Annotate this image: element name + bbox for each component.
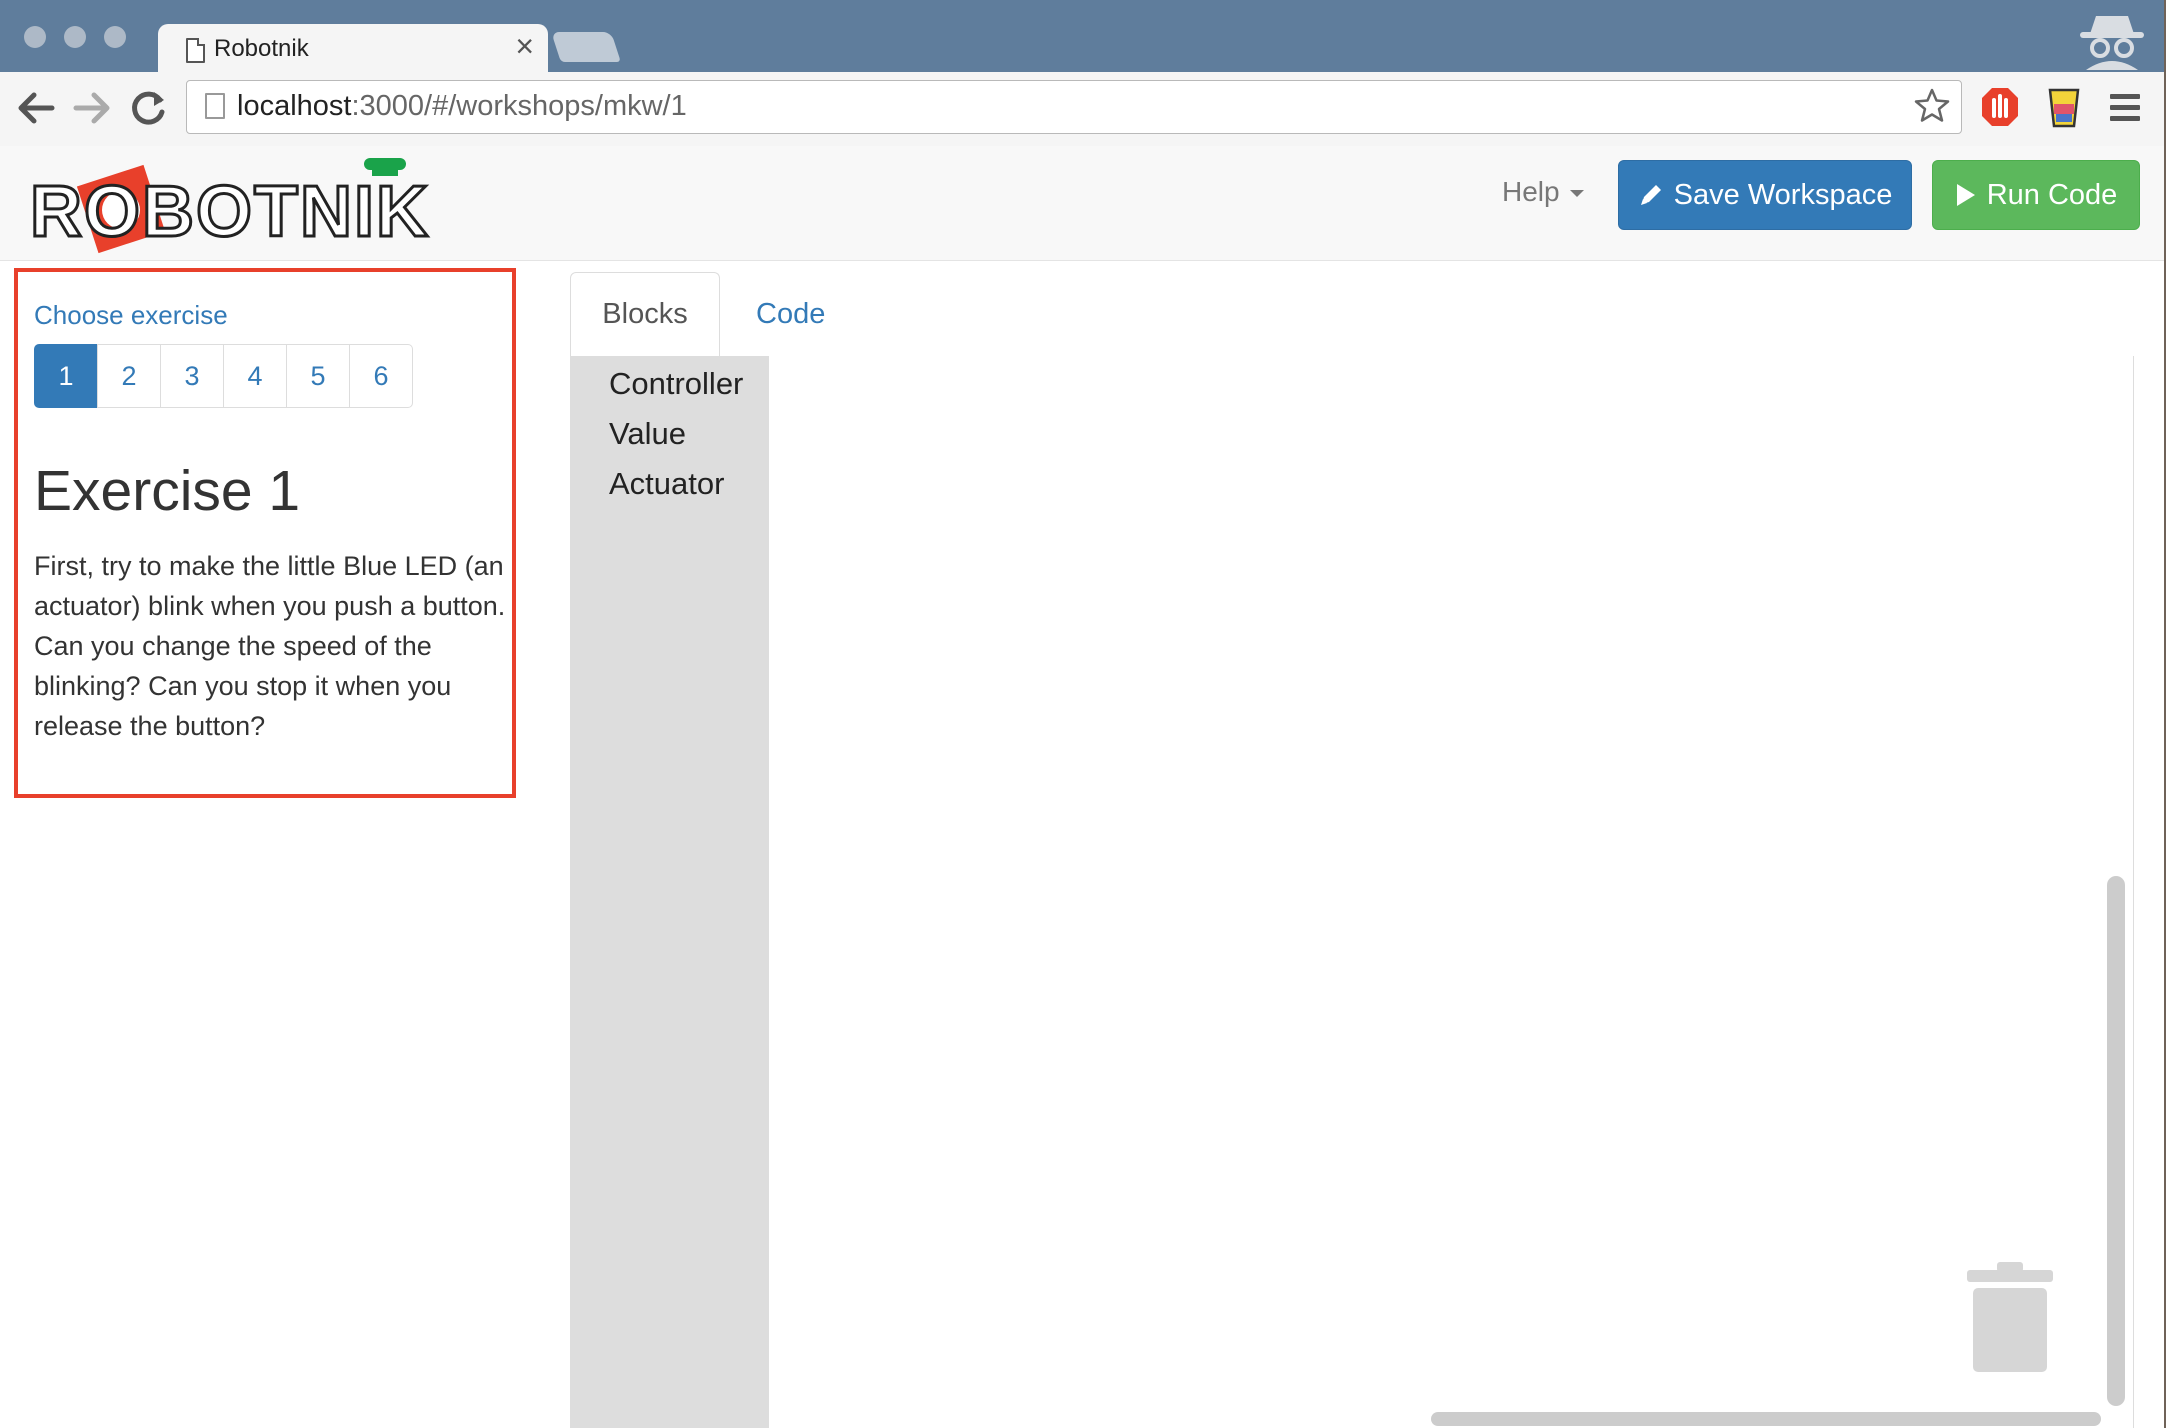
menu-icon[interactable] (2110, 94, 2140, 124)
reload-icon[interactable] (124, 84, 172, 132)
run-code-button[interactable]: Run Code (1932, 160, 2140, 230)
extension-icon[interactable] (2044, 86, 2084, 130)
minimize-window-icon[interactable] (64, 26, 86, 48)
exercise-pagination: 1 2 3 4 5 6 (34, 344, 413, 408)
incognito-icon (2080, 16, 2144, 70)
back-icon[interactable] (12, 84, 60, 132)
help-dropdown[interactable]: Help (1502, 176, 1584, 208)
close-window-icon[interactable] (24, 26, 46, 48)
logo-text: ROBOTNIK (30, 172, 430, 252)
exercise-page-3[interactable]: 3 (160, 344, 224, 408)
browser-toolbar: localhost:3000/#/workshops/mkw/1 (0, 72, 2164, 147)
exercise-page-6[interactable]: 6 (349, 344, 413, 408)
vertical-scrollbar[interactable] (2107, 876, 2125, 1406)
app-navbar: ROBOTNIK Help Save Workspace Run Code (0, 146, 2164, 261)
browser-window: Robotnik × localhost:3000/#/workshops/mk… (0, 0, 2164, 1428)
exercise-page-1[interactable]: 1 (34, 344, 98, 408)
adblock-extension-icon[interactable] (1980, 86, 2020, 130)
toolbox-category-actuator[interactable]: Actuator (609, 466, 724, 502)
url-text: localhost:3000/#/workshops/mkw/1 (237, 90, 687, 122)
browser-tab[interactable]: Robotnik × (158, 24, 548, 74)
tab-blocks[interactable]: Blocks (570, 272, 720, 357)
address-bar[interactable]: localhost:3000/#/workshops/mkw/1 (186, 80, 1962, 134)
tab-title: Robotnik (214, 35, 309, 62)
page-icon (186, 38, 205, 63)
robotnik-logo[interactable]: ROBOTNIK (26, 154, 456, 258)
new-tab-button[interactable] (551, 32, 621, 62)
exercise-page-2[interactable]: 2 (97, 344, 161, 408)
horizontal-scrollbar[interactable] (1431, 1412, 2101, 1426)
chevron-down-icon (1569, 190, 1584, 198)
bookmark-star-icon[interactable] (1913, 87, 1951, 125)
trash-icon[interactable] (1967, 1260, 2053, 1372)
exercise-panel: Choose exercise 1 2 3 4 5 6 Exercise 1 F… (14, 268, 516, 798)
editor-tabs: Blocks Code (570, 272, 2132, 357)
exercise-page-4[interactable]: 4 (223, 344, 287, 408)
pencil-icon (1640, 185, 1661, 205)
forward-icon[interactable] (68, 84, 116, 132)
exercise-title: Exercise 1 (34, 459, 301, 523)
maximize-window-icon[interactable] (104, 26, 126, 48)
toolbox-category-controller[interactable]: Controller (609, 366, 743, 402)
block-toolbox: Controller Value Actuator (571, 356, 769, 1428)
exercise-description: First, try to make the little Blue LED (… (34, 551, 506, 741)
tab-strip: Robotnik × (0, 0, 2164, 74)
toolbox-category-value[interactable]: Value (609, 416, 686, 452)
exercise-page-5[interactable]: 5 (286, 344, 350, 408)
page-info-icon[interactable] (205, 93, 225, 119)
choose-exercise-link[interactable]: Choose exercise (34, 300, 228, 331)
save-workspace-button[interactable]: Save Workspace (1618, 160, 1912, 230)
tab-code[interactable]: Code (726, 272, 855, 356)
blocks-workspace[interactable]: Controller Value Actuator (570, 356, 2134, 1428)
tab-close-icon[interactable]: × (515, 30, 534, 62)
play-icon (1956, 184, 1975, 206)
